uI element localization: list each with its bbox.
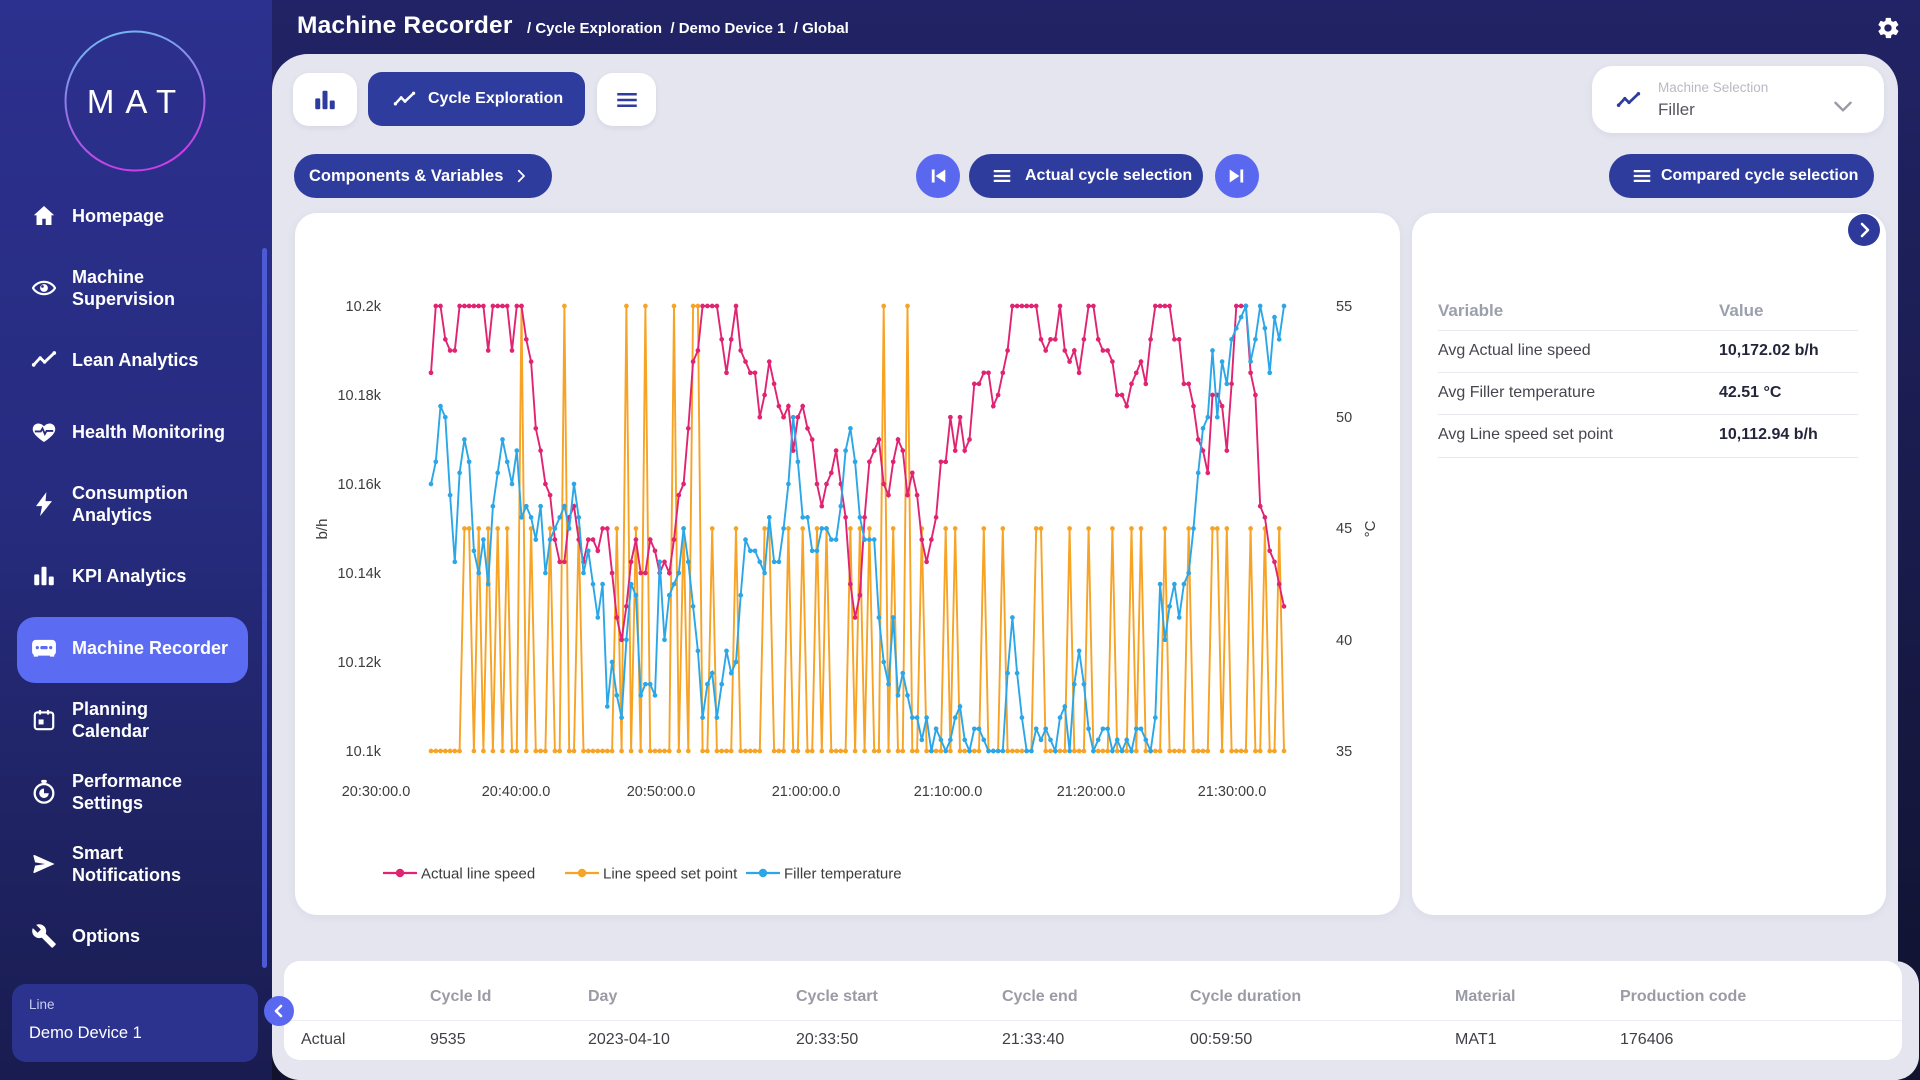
svg-text:45: 45 bbox=[1336, 521, 1352, 537]
svg-text:21:00:00.0: 21:00:00.0 bbox=[772, 784, 841, 800]
svg-text:10.1k: 10.1k bbox=[346, 744, 382, 760]
svg-text:35: 35 bbox=[1336, 744, 1352, 760]
svg-text:20:40:00.0: 20:40:00.0 bbox=[482, 784, 551, 800]
svg-text:10.18k: 10.18k bbox=[337, 388, 381, 404]
svg-text:21:30:00.0: 21:30:00.0 bbox=[1198, 784, 1267, 800]
svg-text:10.12k: 10.12k bbox=[337, 655, 381, 671]
svg-text:21:10:00.0: 21:10:00.0 bbox=[914, 784, 983, 800]
svg-text:Filler temperature: Filler temperature bbox=[784, 866, 902, 883]
svg-text:10.16k: 10.16k bbox=[337, 477, 381, 493]
svg-text:Actual line speed: Actual line speed bbox=[421, 866, 535, 883]
svg-text:Line speed set point: Line speed set point bbox=[603, 866, 738, 883]
svg-text:20:30:00.0: 20:30:00.0 bbox=[342, 784, 411, 800]
svg-text:MAT: MAT bbox=[87, 83, 187, 120]
svg-text:55: 55 bbox=[1336, 299, 1352, 315]
svg-text:20:50:00.0: 20:50:00.0 bbox=[627, 784, 696, 800]
svg-text:°C: °C bbox=[1362, 520, 1379, 537]
svg-text:21:20:00.0: 21:20:00.0 bbox=[1057, 784, 1126, 800]
svg-text:50: 50 bbox=[1336, 410, 1352, 426]
svg-text:10.2k: 10.2k bbox=[346, 299, 382, 315]
svg-text:10.14k: 10.14k bbox=[337, 566, 381, 582]
svg-text:b/h: b/h bbox=[314, 519, 331, 540]
svg-text:40: 40 bbox=[1336, 633, 1352, 649]
